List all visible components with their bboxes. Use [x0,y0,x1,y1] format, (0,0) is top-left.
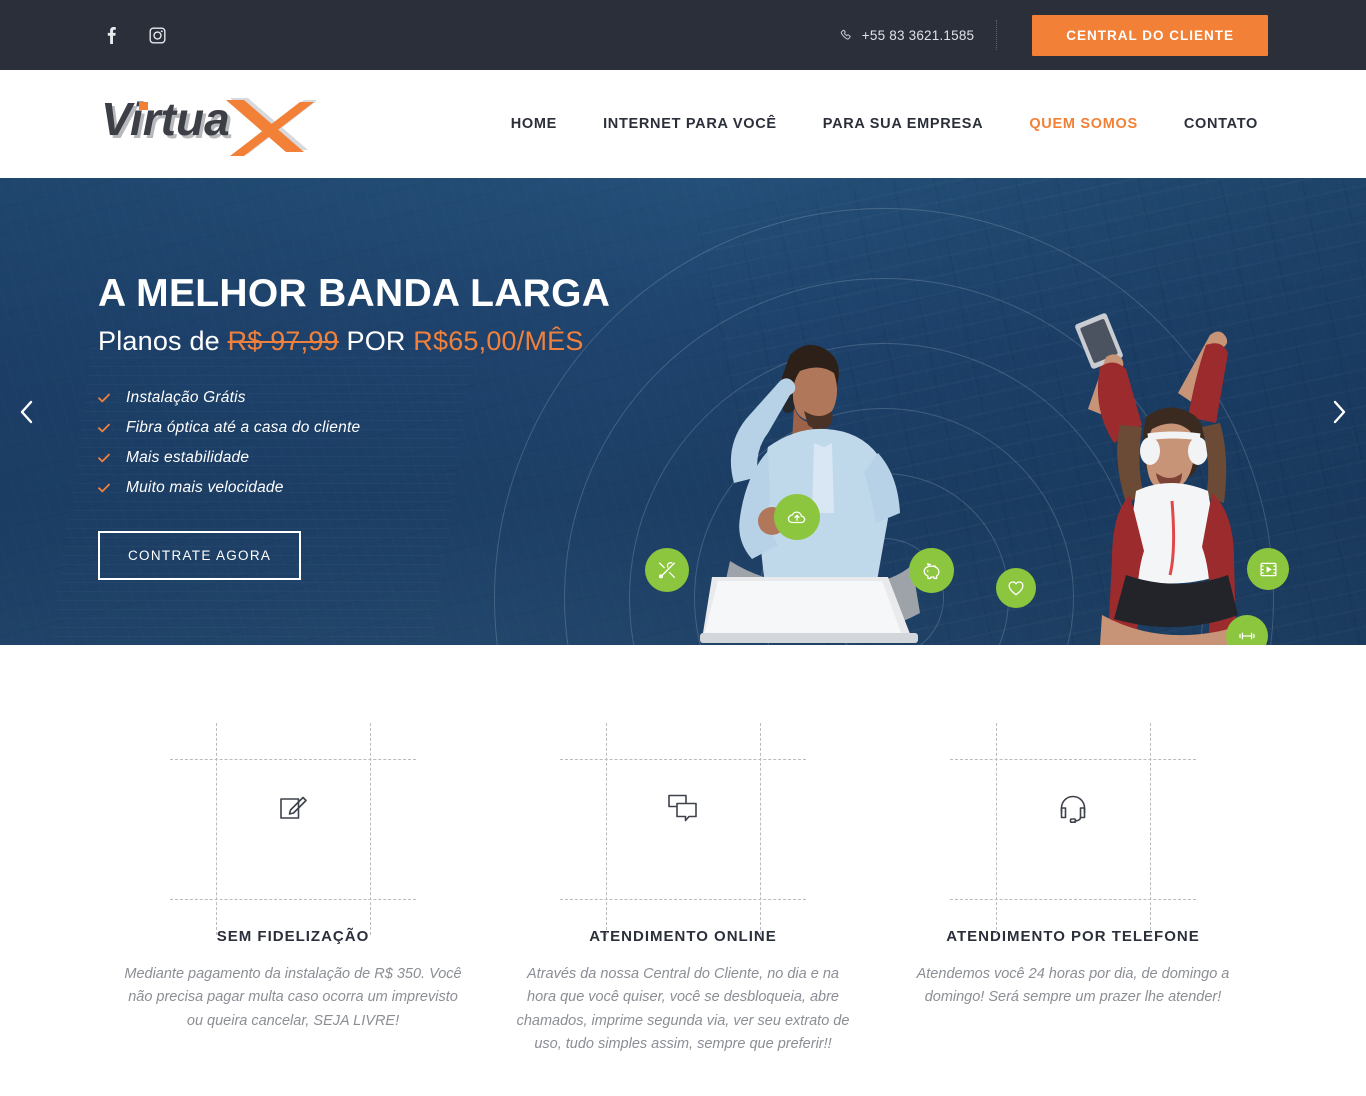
hero-price-old: R$ 97,99 [227,325,339,356]
top-bar-right: +55 83 3621.1585 CENTRAL DO CLIENTE [840,14,1268,56]
frame-dash-top [170,759,416,760]
instagram-icon[interactable] [144,22,170,48]
frame-dash-right [370,723,371,935]
social-links [98,22,170,48]
hero-slider: A MELHOR BANDA LARGA Planos de R$ 97,99 … [0,178,1366,645]
main-navigation: HOME INTERNET PARA VOCÊ PARA SUA EMPRESA… [511,116,1268,132]
feature-description: Através da nossa Central do Cliente, no … [516,966,850,1053]
features-section: SEM FIDELIZAÇÃO Mediante pagamento da in… [0,645,1366,1057]
feature-description: Atendemos você 24 horas por dia, de domi… [916,966,1230,1006]
frame-dash-left [606,723,607,935]
logo-virtuax[interactable]: Virtua Virtua [98,84,318,164]
hero-benefit-item: Instalação Grátis [98,383,658,413]
phone-icon [840,29,853,42]
hero-content: A MELHOR BANDA LARGA Planos de R$ 97,99 … [98,272,658,580]
phone-block[interactable]: +55 83 3621.1585 [840,28,996,43]
bubble-cloud-upload [774,494,820,540]
bubble-heart [996,568,1036,608]
phone-number: +55 83 3621.1585 [861,27,975,43]
hero-benefit-label: Muito mais velocidade [126,478,284,496]
contract-pencil-icon [270,785,316,836]
check-icon [98,453,110,463]
hero-person-man [700,344,920,643]
frame-dash-right [760,723,761,935]
hero-benefit-label: Mais estabilidade [126,448,250,466]
top-bar: +55 83 3621.1585 CENTRAL DO CLIENTE [0,0,1366,70]
nav-item-internet-para-voce[interactable]: INTERNET PARA VOCÊ [603,116,777,132]
contrate-agora-button[interactable]: CONTRATE AGORA [98,530,302,580]
frame-dash-bottom [560,899,806,900]
hero-benefit-label: Instalação Grátis [126,388,246,406]
slider-prev-arrow[interactable] [6,391,48,433]
hero-person-woman [1075,313,1254,645]
frame-dash-top [950,759,1196,760]
hero-subtitle-prefix: Planos de [98,325,228,356]
hero-benefit-item: Fibra óptica até a casa do cliente [98,413,658,443]
frame-dash-top [560,759,806,760]
hero-benefit-label: Fibra óptica até a casa do cliente [126,418,361,436]
frame-dash-bottom [950,899,1196,900]
feature-title: ATENDIMENTO ONLINE [589,928,777,945]
feature-title: SEM FIDELIZAÇÃO [216,928,370,945]
svg-text:Virtua: Virtua [101,93,230,145]
hero-price-new: R$65,00/MÊS [413,325,584,356]
check-icon [98,423,110,433]
feature-atendimento-online: ATENDIMENTO ONLINE Através da nossa Cent… [488,723,878,1057]
hero-benefit-item: Mais estabilidade [98,443,658,473]
feature-title: ATENDIMENTO POR TELEFONE [946,928,1200,945]
feature-sem-fidelizacao: SEM FIDELIZAÇÃO Mediante pagamento da in… [98,723,488,1057]
hero-subtitle-mid: POR [338,325,414,356]
facebook-icon[interactable] [98,22,124,48]
bubble-film-play [1247,548,1289,590]
check-icon [98,483,110,493]
hero-title: A MELHOR BANDA LARGA [98,272,611,315]
nav-item-home[interactable]: HOME [511,116,557,132]
nav-item-quem-somos[interactable]: QUEM SOMOS [1029,116,1138,132]
frame-dash-left [996,723,997,935]
hero-benefit-item: Muito mais velocidade [98,473,658,503]
headset-icon [1050,785,1096,836]
feature-description: Mediante pagamento da instalação de R$ 3… [124,966,462,1029]
chat-bubbles-icon [659,785,707,836]
feature-atendimento-por-telefone: ATENDIMENTO POR TELEFONE Atendemos você … [878,723,1268,1057]
bubble-piggy-bank [909,548,954,593]
frame-dash-bottom [170,899,416,900]
frame-dash-right [1150,723,1151,935]
hero-benefits-list: Instalação Grátis Fibra óptica até a cas… [98,383,658,503]
topbar-divider [996,20,998,50]
feature-icon-frame [148,723,438,935]
nav-item-contato[interactable]: CONTATO [1184,116,1258,132]
frame-dash-left [216,723,217,935]
hero-subtitle: Planos de R$ 97,99 POR R$65,00/MÊS [98,326,658,357]
central-do-cliente-button[interactable]: CENTRAL DO CLIENTE [1032,14,1268,56]
nav-item-para-sua-empresa[interactable]: PARA SUA EMPRESA [823,116,984,132]
feature-icon-frame [928,723,1218,935]
slider-next-arrow[interactable] [1318,391,1360,433]
feature-icon-frame [538,723,828,935]
site-header: Virtua Virtua HOME INTERNET PARA VOCÊ PA… [0,70,1366,178]
check-icon [98,393,110,403]
